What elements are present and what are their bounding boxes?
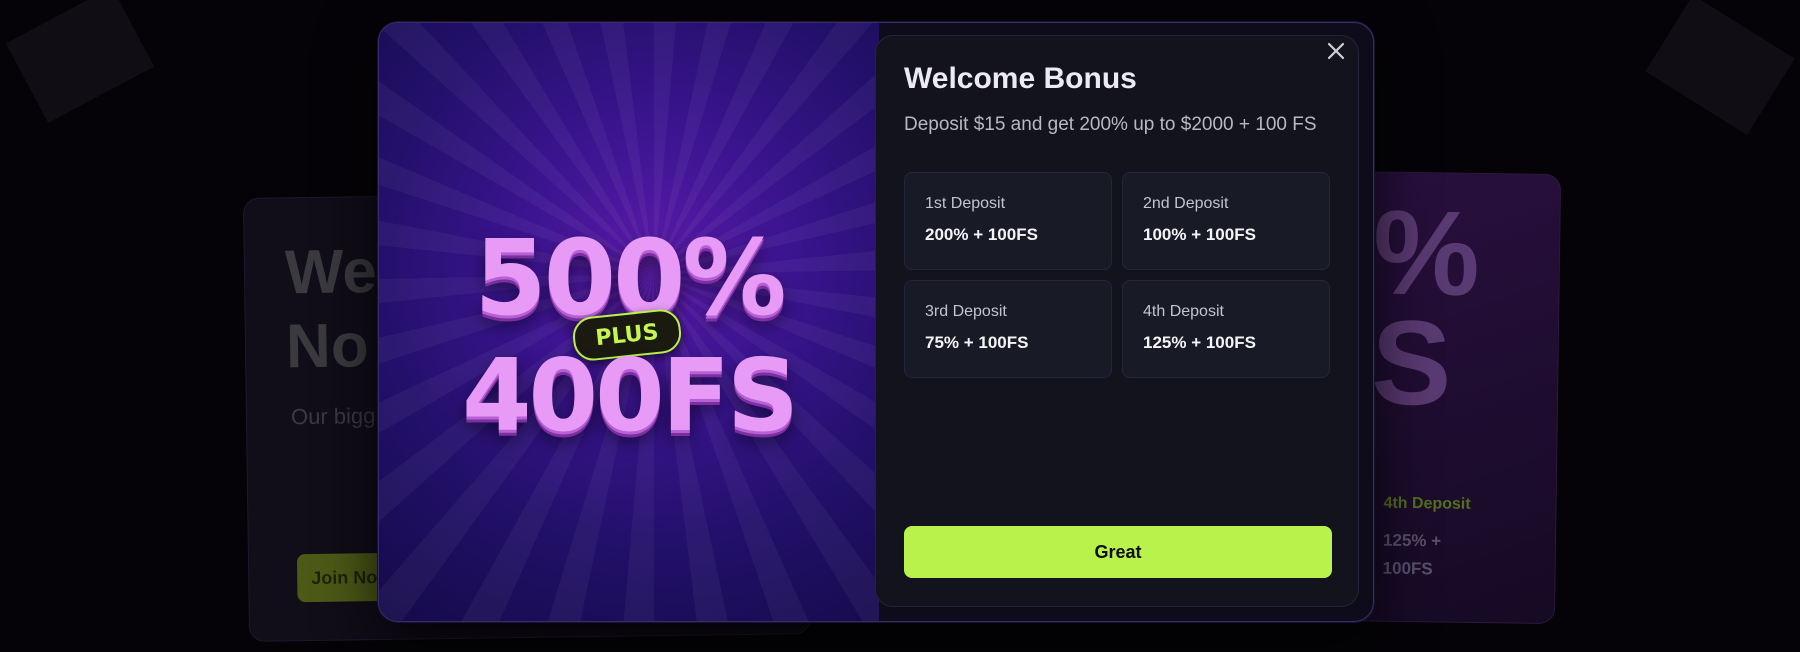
deposit-label: 3rd Deposit	[925, 303, 1007, 320]
promo-banner: 500% PLUS 400FS	[379, 23, 879, 621]
background-decoration	[1645, 0, 1795, 135]
deposit-tile-2: 2nd Deposit 100% + 100FS	[1122, 172, 1330, 270]
deposit-value: 75% + 100FS	[925, 333, 1029, 352]
deposit-tile-4: 4th Deposit 125% + 100FS	[1122, 280, 1330, 378]
close-icon	[1326, 41, 1346, 66]
deposit-label: 2nd Deposit	[1143, 195, 1229, 212]
great-button[interactable]: Great	[904, 526, 1332, 578]
close-button[interactable]	[1322, 39, 1350, 67]
background-promo-text: S	[1370, 295, 1453, 431]
deposit-value: 125% + 100FS	[1143, 333, 1256, 352]
deposit-value: 100% + 100FS	[1143, 225, 1256, 244]
background-deposit-value: 125% + 100FS	[1382, 530, 1442, 579]
deposit-label: 4th Deposit	[1143, 303, 1224, 320]
promo-free-spins: 400FS	[461, 337, 799, 454]
background-decoration	[5, 0, 155, 123]
welcome-bonus-modal: 500% PLUS 400FS Welcome Bonus Deposit $1…	[378, 22, 1374, 622]
deposit-grid: 1st Deposit 200% + 100FS 2nd Deposit 100…	[904, 172, 1332, 378]
background-subtitle: Our bigg	[290, 403, 376, 430]
page: We No Our bigg Join Now % S 4th Deposit …	[0, 0, 1800, 652]
modal-title: Welcome Bonus	[904, 62, 1137, 95]
bonus-details-panel: Welcome Bonus Deposit $15 and get 200% u…	[875, 35, 1359, 607]
deposit-tile-3: 3rd Deposit 75% + 100FS	[904, 280, 1112, 378]
deposit-tile-1: 1st Deposit 200% + 100FS	[904, 172, 1112, 270]
background-headline: We No	[284, 237, 378, 382]
deposit-label: 1st Deposit	[925, 195, 1006, 212]
deposit-value: 200% + 100FS	[925, 225, 1038, 244]
modal-subtitle: Deposit $15 and get 200% up to $2000 + 1…	[904, 114, 1317, 135]
background-deposit-label: 4th Deposit	[1383, 494, 1471, 513]
